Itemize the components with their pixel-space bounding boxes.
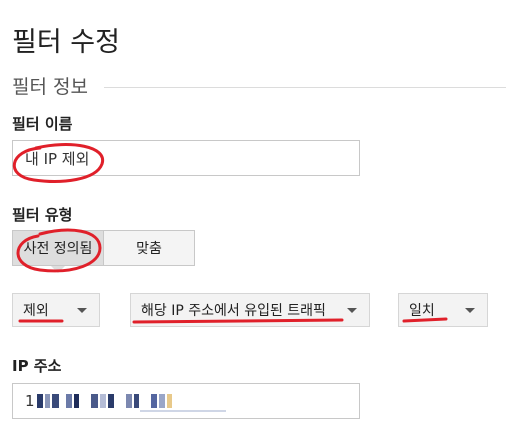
ip-address-input[interactable]: 1 bbox=[12, 383, 360, 419]
section-divider bbox=[104, 87, 506, 88]
filter-name-label: 필터 이름 bbox=[12, 115, 73, 133]
filter-type-custom-button[interactable]: 맞춤 bbox=[103, 230, 195, 266]
filter-action-dropdown[interactable]: 제외 bbox=[12, 293, 100, 327]
filter-action-value: 제외 bbox=[23, 303, 49, 319]
ip-address-first-digit: 1 bbox=[25, 392, 35, 410]
filter-type-custom-label: 맞춤 bbox=[136, 241, 162, 257]
filter-source-value: 해당 IP 주소에서 유입된 트래픽 bbox=[141, 303, 326, 319]
filter-match-value: 일치 bbox=[409, 303, 435, 319]
filter-type-predefined-label: 사전 정의됨 bbox=[23, 241, 93, 257]
filter-name-value: 내 IP 제외 bbox=[25, 149, 90, 168]
filter-type-predefined-button[interactable]: 사전 정의됨 bbox=[12, 230, 104, 266]
filter-type-label: 필터 유형 bbox=[12, 206, 73, 224]
selected-pointer bbox=[51, 266, 65, 273]
filter-match-dropdown[interactable]: 일치 bbox=[398, 293, 488, 327]
filter-source-dropdown[interactable]: 해당 IP 주소에서 유입된 트래픽 bbox=[130, 293, 370, 327]
page-title: 필터 수정 bbox=[12, 27, 120, 58]
chevron-down-icon bbox=[77, 308, 87, 313]
red-annotation-layer bbox=[13, 143, 448, 324]
chevron-down-icon bbox=[347, 308, 357, 313]
ip-blur-underline bbox=[140, 410, 226, 412]
section-header: 필터 정보 bbox=[12, 76, 88, 98]
chevron-down-icon bbox=[465, 308, 475, 313]
ip-address-value: 1 bbox=[25, 392, 172, 410]
ip-address-label: IP 주소 bbox=[12, 357, 62, 375]
filter-name-input[interactable]: 내 IP 제외 bbox=[12, 140, 360, 176]
